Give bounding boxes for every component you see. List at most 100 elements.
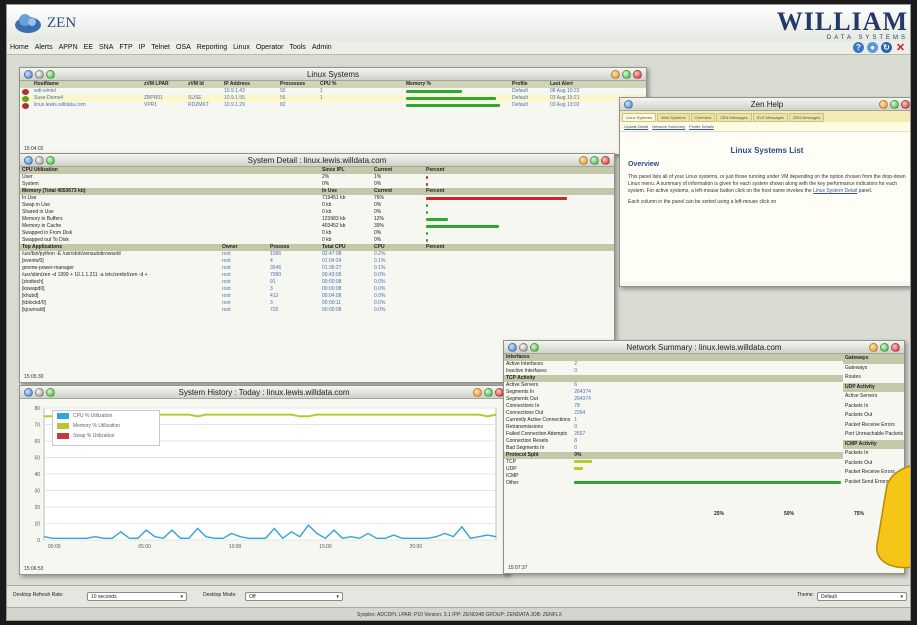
table-row[interactable]: [kblockd/0] root 3 00:00:11 0.0% — [20, 300, 614, 307]
menu-osa[interactable]: OSA — [176, 44, 191, 51]
menu-ee[interactable]: EE — [84, 44, 93, 51]
cell-hostname[interactable]: Suse-Demo4 — [32, 95, 142, 102]
help-link[interactable]: Profile Details — [689, 124, 714, 129]
mode-label: Desktop Mode: — [203, 592, 237, 598]
table-row[interactable]: gnome-power-manager root 3546 01:36:27 0.1% — [20, 265, 614, 272]
maximize-icon[interactable] — [622, 70, 631, 79]
maximize-icon[interactable] — [484, 388, 493, 397]
col-memory[interactable]: Memory % — [404, 81, 510, 88]
desktop-mode-select[interactable]: Off ▾ — [245, 592, 343, 601]
print-icon[interactable] — [579, 156, 588, 165]
menu-tools[interactable]: Tools — [289, 44, 305, 51]
hand-cursor-icon — [876, 465, 910, 569]
window-titlebar[interactable]: Network Summary : linux.lewis.willdata.c… — [504, 341, 904, 354]
print-icon[interactable] — [473, 388, 482, 397]
bottom-bar: Desktop Refresh Rate: 10 seconds ▾ Deskto… — [7, 585, 910, 607]
table-row[interactable]: [kswapd0] root 3 00:00:08 0.0% — [20, 286, 614, 293]
cell-total-cpu: 00:04:08 — [322, 293, 342, 299]
menu-admin[interactable]: Admin — [312, 44, 332, 51]
minimize-icon[interactable] — [46, 388, 55, 397]
info-icon[interactable] — [624, 100, 633, 109]
col-last-alert[interactable]: Last Alert — [548, 81, 646, 88]
info-icon[interactable] — [24, 388, 33, 397]
globe-icon[interactable]: ● — [867, 42, 878, 53]
table-row: UDP — [504, 466, 843, 473]
menu-ftp[interactable]: FTP — [119, 44, 132, 51]
col-processes[interactable]: Processes — [278, 81, 318, 88]
close-window-icon[interactable] — [891, 343, 900, 352]
menu-home[interactable]: Home — [10, 44, 29, 51]
minimize-icon[interactable] — [530, 343, 539, 352]
cell-profile: Default — [510, 95, 548, 102]
info-icon[interactable] — [24, 70, 33, 79]
help-tab[interactable]: ZEN Messages — [789, 113, 825, 122]
window-titlebar[interactable]: System Detail : linux.lewis.willdata.com — [20, 154, 614, 167]
table-row[interactable]: [events/0] root 4 01:04:24 0.1% — [20, 258, 614, 265]
table-row[interactable]: [khubd] root 412 00:04:08 0.0% — [20, 293, 614, 300]
maximize-icon[interactable] — [890, 100, 899, 109]
help-link-detail[interactable]: Linux System Detail — [813, 188, 857, 194]
close-icon[interactable]: ✕ — [895, 42, 906, 54]
print-icon[interactable] — [611, 70, 620, 79]
menu-appn[interactable]: APPN — [59, 44, 78, 51]
cell-cpu: 0.0% — [374, 286, 386, 292]
section-header: Interfaces — [504, 354, 843, 361]
col-ip[interactable]: IP Address — [222, 81, 278, 88]
menu-operator[interactable]: Operator — [256, 44, 284, 51]
help-icon[interactable]: ? — [853, 42, 864, 53]
settings-icon[interactable] — [519, 343, 528, 352]
close-window-icon[interactable] — [601, 156, 610, 165]
col-cpu[interactable]: CPU % — [318, 81, 404, 88]
table-row[interactable]: wdi-wintel 10.9.1.43 92 1 Default 08 Aug 10:2… — [20, 88, 646, 95]
minimize-icon[interactable] — [46, 70, 55, 79]
menu-ip[interactable]: IP — [139, 44, 146, 51]
window-titlebar[interactable]: Zen Help — [620, 98, 910, 111]
col-lpar[interactable]: zVM LPAR — [142, 81, 186, 88]
col-profile[interactable]: Profile — [510, 81, 548, 88]
legend-swap: Swap % Utilization — [73, 433, 115, 439]
cell-hostname[interactable]: linux.lewis.willdata.com — [32, 102, 142, 109]
refresh-icon[interactable]: ↻ — [881, 42, 892, 53]
menu-alerts[interactable]: Alerts — [35, 44, 53, 51]
menu-sna[interactable]: SNA — [99, 44, 113, 51]
section-header: Gateways — [843, 354, 904, 364]
settings-icon[interactable] — [35, 70, 44, 79]
cell-percent — [424, 237, 614, 244]
table-row[interactable]: [kjournald] root 702 00:00:08 0.0% — [20, 307, 614, 314]
help-tab[interactable]: Overview — [690, 113, 716, 122]
help-link[interactable]: Network Summary — [652, 124, 685, 129]
maximize-icon[interactable] — [590, 156, 599, 165]
menu-reporting[interactable]: Reporting — [197, 44, 227, 51]
settings-icon[interactable] — [35, 388, 44, 397]
minimize-icon[interactable] — [46, 156, 55, 165]
settings-icon[interactable] — [35, 156, 44, 165]
table-row[interactable]: [ziodtech] root 91 00:00:08 0.0% — [20, 279, 614, 286]
help-tab[interactable]: ZEN Messages — [716, 113, 752, 122]
header-bar: ZEN WILLIAM DATA SYSTEMS — [7, 5, 910, 41]
maximize-icon[interactable] — [880, 343, 889, 352]
app-name: ZEN — [47, 15, 77, 31]
info-icon[interactable] — [508, 343, 517, 352]
help-tab[interactable]: Web Systems — [657, 113, 690, 122]
help-tab[interactable]: Linux Systems — [622, 113, 657, 122]
help-link[interactable]: Update Detail — [624, 124, 648, 129]
theme-select[interactable]: Default ▾ — [817, 592, 907, 601]
print-icon[interactable] — [879, 100, 888, 109]
close-window-icon[interactable] — [901, 100, 910, 109]
menu-linux[interactable]: Linux — [233, 44, 250, 51]
window-titlebar[interactable]: System History : Today : linux.lewis.wil… — [20, 386, 508, 399]
table-row[interactable]: /usr/bin/python -E /usr/sbin/zenautobrow… — [20, 251, 614, 258]
table-row[interactable]: /usr/sbin/zen -d 1999 + 10.1.1.211 -a /e… — [20, 272, 614, 279]
print-icon[interactable] — [869, 343, 878, 352]
cell-hostname[interactable]: wdi-wintel — [32, 88, 142, 95]
table-row[interactable]: Suse-Demo4 ZBPR01 SUSE 10.9.1.55 56 1 Default 0… — [20, 95, 646, 102]
close-window-icon[interactable] — [633, 70, 642, 79]
info-icon[interactable] — [24, 156, 33, 165]
help-tab[interactable]: SVS Messages — [752, 113, 788, 122]
table-row[interactable]: linux.lewis.willdata.com VPR1 RDZMKT 10.9.1… — [20, 102, 646, 109]
refresh-rate-select[interactable]: 10 seconds ▾ — [87, 592, 187, 601]
col-vmid[interactable]: zVM Id — [186, 81, 222, 88]
col-hostname[interactable]: HostName — [32, 81, 142, 88]
window-titlebar[interactable]: Linux Systems — [20, 68, 646, 81]
menu-telnet[interactable]: Telnet — [151, 44, 170, 51]
